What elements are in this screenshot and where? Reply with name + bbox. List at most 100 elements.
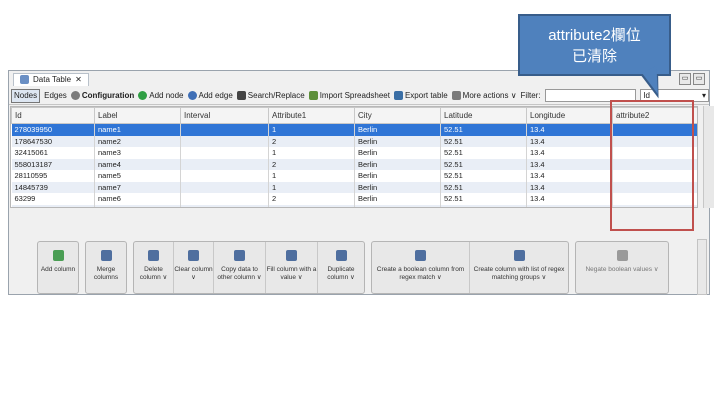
table-cell[interactable]: 52.51 <box>440 158 527 170</box>
table-row[interactable]: 63299 name6 2 Berlin 52.51 13.4 <box>11 193 697 205</box>
table-cell[interactable]: name8 <box>94 204 181 207</box>
table-row[interactable]: 178647530 name2 2 Berlin 52.51 13.4 <box>11 135 697 147</box>
table-cell[interactable]: 52.51 <box>440 181 527 193</box>
table-cell[interactable]: 63299 <box>11 193 95 205</box>
column-header-interval[interactable]: Interval <box>180 107 269 124</box>
search-replace-button[interactable]: Search/Replace <box>236 91 305 100</box>
configuration-button[interactable]: Configuration <box>70 91 134 100</box>
table-cell[interactable]: name4 <box>94 158 181 170</box>
table-cell[interactable]: Berlin <box>354 181 441 193</box>
table-cell[interactable] <box>180 193 269 205</box>
edges-toggle[interactable]: Edges <box>44 91 67 100</box>
nodes-toggle[interactable]: Nodes <box>11 88 41 103</box>
table-cell[interactable] <box>180 147 269 159</box>
add-edge-icon <box>187 91 197 100</box>
table-cell[interactable] <box>180 204 269 207</box>
table-cell[interactable]: 28110595 <box>11 170 95 182</box>
table-cell[interactable] <box>180 170 269 182</box>
table-cell[interactable]: 14845739 <box>11 181 95 193</box>
table-cell[interactable]: 278039950 <box>11 123 95 136</box>
table-cell[interactable]: 32415061 <box>11 147 95 159</box>
table-row[interactable]: 32415061 name3 1 Berlin 52.51 13.4 <box>11 147 697 159</box>
maximize-button[interactable]: ▭ <box>693 73 705 85</box>
table-cell[interactable] <box>180 181 269 193</box>
negate-boolean-button[interactable]: Negate boolean values ∨ <box>576 242 668 293</box>
table-vertical-scrollbar[interactable] <box>703 106 714 208</box>
table-cell[interactable]: 52.51 <box>440 147 527 159</box>
table-cell[interactable]: 52.51 <box>440 123 527 136</box>
table-cell[interactable]: 2 <box>268 158 355 170</box>
table-cell[interactable]: 13.4 <box>526 204 613 207</box>
table-cell[interactable]: 13.4 <box>526 170 613 182</box>
table-cell[interactable]: 2 <box>268 135 355 147</box>
window-controls: ▭ ▭ <box>679 73 705 85</box>
table-row[interactable]: 558013187 name4 2 Berlin 52.51 13.4 <box>11 158 697 170</box>
chevron-down-icon: ▾ <box>701 91 706 100</box>
merge-columns-button[interactable]: Merge columns <box>86 242 126 293</box>
table-cell[interactable]: Berlin <box>354 158 441 170</box>
tab-data-table[interactable]: Data Table ✕ <box>13 72 89 86</box>
table-cell[interactable]: 2 <box>268 193 355 205</box>
copy-data-button[interactable]: Copy data to other column ∨ <box>214 242 266 293</box>
tab-close-icon[interactable]: ✕ <box>75 75 82 84</box>
create-regex-column-button[interactable]: Create column with list of regex matchin… <box>470 242 568 293</box>
clear-column-button[interactable]: Clear column ∨ <box>174 242 214 293</box>
add-node-button[interactable]: Add node <box>138 91 184 100</box>
table-row[interactable]: 28110595 name5 1 Berlin 52.51 13.4 <box>11 170 697 182</box>
table-cell[interactable]: name2 <box>94 135 181 147</box>
duplicate-column-button[interactable]: Duplicate column ∨ <box>318 242 364 293</box>
table-cell[interactable] <box>180 158 269 170</box>
table-cell[interactable]: 52.51 <box>440 170 527 182</box>
table-cell[interactable]: name5 <box>94 170 181 182</box>
column-header-label[interactable]: Label <box>94 107 181 124</box>
fill-column-button[interactable]: Fill column with a value ∨ <box>266 242 318 293</box>
table-cell[interactable]: Berlin <box>354 193 441 205</box>
table-cell[interactable]: Berlin <box>354 204 441 207</box>
table-cell[interactable]: 52.51 <box>440 204 527 207</box>
table-cell[interactable]: 52.51 <box>440 193 527 205</box>
add-edge-button[interactable]: Add edge <box>187 91 233 100</box>
add-column-button[interactable]: Add column <box>38 242 78 293</box>
table-cell[interactable]: 13.4 <box>526 193 613 205</box>
table-cell[interactable]: name7 <box>94 181 181 193</box>
actions-scrollbar[interactable] <box>697 239 707 295</box>
export-table-button[interactable]: Export table <box>393 91 448 100</box>
more-actions-button[interactable]: More actions ∨ <box>451 91 517 100</box>
table-cell[interactable]: 13.4 <box>526 158 613 170</box>
create-boolean-column-button[interactable]: Create a boolean column from regex match… <box>372 242 470 293</box>
table-cell[interactable]: Berlin <box>354 147 441 159</box>
table-cell[interactable]: 558013187 <box>11 158 95 170</box>
table-cell[interactable]: 13.4 <box>526 147 613 159</box>
minimize-button[interactable]: ▭ <box>679 73 691 85</box>
table-cell[interactable]: name1 <box>94 123 181 136</box>
table-cell[interactable]: Berlin <box>354 123 441 136</box>
table-cell[interactable] <box>180 123 269 136</box>
table-cell[interactable]: 1 <box>268 181 355 193</box>
table-cell[interactable]: name3 <box>94 147 181 159</box>
table-cell[interactable]: Berlin <box>354 170 441 182</box>
table-cell[interactable]: 13.4 <box>526 181 613 193</box>
table-cell[interactable]: 178647530 <box>11 135 95 147</box>
create-boolean-label: Create a boolean column from regex match… <box>376 266 465 281</box>
table-cell[interactable]: 22505050 <box>11 204 95 207</box>
table-cell[interactable] <box>180 135 269 147</box>
column-header-longitude[interactable]: Longitude <box>526 107 613 124</box>
column-header-city[interactable]: City <box>354 107 441 124</box>
table-cell[interactable]: 1 <box>268 123 355 136</box>
table-cell[interactable]: name6 <box>94 193 181 205</box>
table-cell[interactable]: 1 <box>268 170 355 182</box>
table-cell[interactable]: 2 <box>268 204 355 207</box>
table-cell[interactable]: 1 <box>268 147 355 159</box>
table-cell[interactable]: 13.4 <box>526 123 613 136</box>
column-header-id[interactable]: Id <box>11 107 95 124</box>
delete-column-button[interactable]: Delete column ∨ <box>134 242 174 293</box>
table-row[interactable]: 278039950 name1 1 Berlin 52.51 13.4 <box>11 123 697 136</box>
table-row[interactable]: 22505050name8 2Berlin52.5113.4 <box>11 204 697 207</box>
table-cell[interactable]: Berlin <box>354 135 441 147</box>
table-cell[interactable]: 13.4 <box>526 135 613 147</box>
column-header-attribute1[interactable]: Attribute1 <box>268 107 355 124</box>
column-header-latitude[interactable]: Latitude <box>440 107 527 124</box>
import-spreadsheet-button[interactable]: Import Spreadsheet <box>308 91 390 100</box>
table-cell[interactable]: 52.51 <box>440 135 527 147</box>
table-row[interactable]: 14845739 name7 1 Berlin 52.51 13.4 <box>11 181 697 193</box>
